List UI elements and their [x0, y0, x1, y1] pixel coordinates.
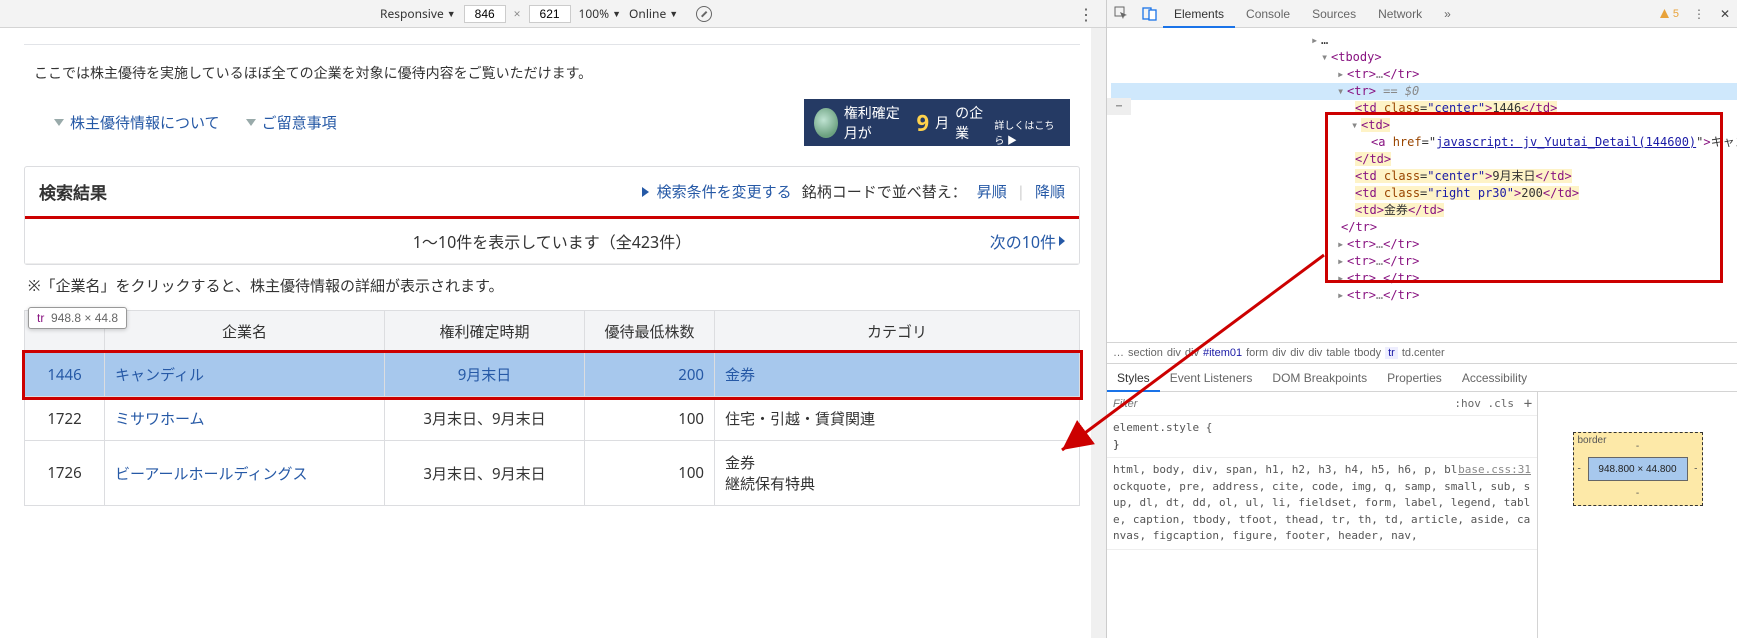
cell-category: 住宅・引越・賃貸関連: [715, 397, 1080, 441]
throttle-dropdown[interactable]: Online▼: [629, 5, 678, 22]
cell-shares: 100: [585, 441, 715, 506]
device-mode-icon[interactable]: [1135, 0, 1163, 28]
element-hover-tooltip: tr 948.8 × 44.8: [28, 307, 127, 329]
elements-tree[interactable]: ⋯ ▸… ▾<tbody> ▸<tr>…</tr> ▾<tr> == $0 <t…: [1107, 28, 1737, 342]
banner-month: 9: [916, 108, 929, 138]
change-conditions-link[interactable]: 検索条件を変更する: [642, 181, 792, 202]
new-style-rule-icon[interactable]: +: [1519, 396, 1537, 412]
cell-category: 金券: [715, 353, 1080, 397]
chevron-down-icon: [54, 119, 64, 126]
moon-icon: [814, 108, 838, 138]
cell-period: 3月末日、9月末日: [385, 397, 585, 441]
page-viewport: ここでは株主優待を実施しているほぼ全ての企業を対象に優待内容をご覧いただけます。…: [0, 28, 1106, 638]
tab-console[interactable]: Console: [1235, 0, 1301, 28]
device-toolbar-menu-icon[interactable]: ⋮: [1078, 3, 1094, 25]
month-banner[interactable]: 権利確定月が 9 月 の企業 詳しくはこちら ▶: [804, 99, 1070, 146]
company-link[interactable]: ビーアールホールディングス: [115, 464, 307, 484]
notice-link[interactable]: ご留意事項: [246, 112, 337, 133]
cell-shares: 100: [585, 397, 715, 441]
devtools-panel: Elements Console Sources Network » 5 ⋮ ✕…: [1106, 0, 1737, 638]
dom-breadcrumb[interactable]: … section div div #item01 form div div d…: [1107, 342, 1737, 364]
cell-shares: 200: [585, 353, 715, 397]
reset-style-rule[interactable]: base.css:31 html, body, div, span, h1, h…: [1107, 458, 1537, 550]
viewport-height-input[interactable]: [529, 5, 571, 23]
tab-properties[interactable]: Properties: [1377, 364, 1452, 392]
tab-styles[interactable]: Styles: [1107, 364, 1160, 392]
scrollbar[interactable]: [1091, 28, 1106, 638]
viewport-width-input[interactable]: [464, 5, 506, 23]
tab-sources[interactable]: Sources: [1301, 0, 1367, 28]
about-benefits-label: 株主優待情報について: [70, 112, 220, 133]
box-model-label: border: [1578, 435, 1607, 446]
box-model-dims: 948.800 × 44.800: [1588, 457, 1688, 481]
col-period: 権利確定時期: [385, 311, 585, 353]
cell-company: キャンディル: [105, 353, 385, 397]
hov-cls-toggle[interactable]: :hov .cls: [1449, 397, 1519, 410]
cell-company: ミサワホーム: [105, 397, 385, 441]
cell-code: 1722: [25, 397, 105, 441]
responsive-mode-dropdown[interactable]: Responsive▼: [380, 5, 456, 22]
company-link[interactable]: ミサワホーム: [115, 409, 205, 429]
result-title: 検索結果: [39, 179, 107, 204]
result-header: 検索結果 検索条件を変更する 銘柄コードで並べ替え： 昇順 | 降順: [25, 167, 1079, 216]
table-row: 1722 ミサワホーム 3月末日、9月末日100住宅・引越・賃貸関連: [25, 397, 1080, 441]
chevron-right-icon: [1059, 236, 1065, 246]
cell-category: 金券 継続保有特典: [715, 441, 1080, 506]
info-bar: 株主優待情報について ご留意事項 権利確定月が 9 月 の企業 詳しくはこちら …: [24, 89, 1080, 156]
rotate-icon[interactable]: [696, 6, 712, 22]
inspect-icon[interactable]: [1107, 0, 1135, 28]
triangle-right-icon: [642, 187, 649, 197]
tab-network[interactable]: Network: [1367, 0, 1433, 28]
page-description: ここでは株主優待を実施しているほぼ全ての企業を対象に優待内容をご覧いただけます。: [24, 44, 1080, 89]
devtools-menu-icon[interactable]: ⋮: [1685, 0, 1713, 28]
styles-tabs: Styles Event Listeners DOM Breakpoints P…: [1107, 364, 1737, 392]
banner-sub: 詳しくはこちら ▶: [994, 117, 1060, 147]
zoom-dropdown[interactable]: 100%▼: [579, 5, 622, 22]
styles-body: :hov .cls + element.style {} base.css:31…: [1107, 392, 1737, 638]
tab-event-listeners[interactable]: Event Listeners: [1160, 364, 1263, 392]
next-page-link[interactable]: 次の10件: [990, 229, 1065, 253]
styles-filter-input[interactable]: [1107, 398, 1449, 410]
pager-row: 1〜10件を表示しています（全423件） 次の10件: [25, 219, 1079, 264]
notice-label: ご留意事項: [262, 112, 337, 133]
sort-asc-link[interactable]: 昇順: [977, 181, 1007, 202]
table-row: 1446 キャンディル 9月末日200金券: [25, 353, 1080, 397]
cell-period: 3月末日、9月末日: [385, 441, 585, 506]
about-benefits-link[interactable]: 株主優待情報について: [54, 112, 220, 133]
tab-dom-breakpoints[interactable]: DOM Breakpoints: [1262, 364, 1377, 392]
cell-period: 9月末日: [385, 353, 585, 397]
sort-desc-link[interactable]: 降順: [1035, 181, 1065, 202]
tab-more[interactable]: »: [1433, 0, 1462, 28]
table-header-row: 企業名 権利確定時期 優待最低株数 カテゴリ: [25, 311, 1080, 353]
warning-badge[interactable]: 5: [1659, 8, 1679, 20]
cell-code: 1726: [25, 441, 105, 506]
col-shares: 優待最低株数: [585, 311, 715, 353]
result-box: 検索結果 検索条件を変更する 銘柄コードで並べ替え： 昇順 | 降順 1〜10件…: [24, 166, 1080, 265]
devtools-close-icon[interactable]: ✕: [1713, 7, 1737, 21]
box-model-pane: border - - - - 948.800 × 44.800: [1537, 392, 1737, 638]
tab-accessibility[interactable]: Accessibility: [1452, 364, 1537, 392]
tab-elements[interactable]: Elements: [1163, 0, 1235, 28]
table-row: 1726 ビーアールホールディングス 3月末日、9月末日100金券 継続保有特典: [25, 441, 1080, 506]
sort-label: 銘柄コードで並べ替え：: [802, 181, 967, 202]
benefits-table: 企業名 権利確定時期 優待最低株数 カテゴリ 1446 キャンディル 9月末日200…: [24, 310, 1080, 506]
element-style-rule[interactable]: element.style {}: [1107, 416, 1537, 458]
banner-text: 月: [935, 113, 949, 133]
banner-text: の企業: [955, 103, 988, 143]
chevron-down-icon: [246, 119, 256, 126]
pager-text: 1〜10件を表示しています（全423件）: [413, 229, 691, 253]
cell-company: ビーアールホールディングス: [105, 441, 385, 506]
col-category: カテゴリ: [715, 311, 1080, 353]
box-model[interactable]: border - - - - 948.800 × 44.800: [1573, 432, 1703, 506]
note-line: ※「企業名」をクリックすると、株主優待情報の詳細が表示されます。: [24, 265, 1080, 310]
cell-code: 1446: [25, 353, 105, 397]
col-company: 企業名: [105, 311, 385, 353]
tree-collapse-gutter[interactable]: ⋯: [1107, 98, 1131, 115]
banner-text: 権利確定月が: [844, 103, 911, 143]
company-link[interactable]: キャンディル: [115, 365, 204, 385]
devtools-tabs: Elements Console Sources Network » 5 ⋮ ✕: [1107, 0, 1737, 28]
